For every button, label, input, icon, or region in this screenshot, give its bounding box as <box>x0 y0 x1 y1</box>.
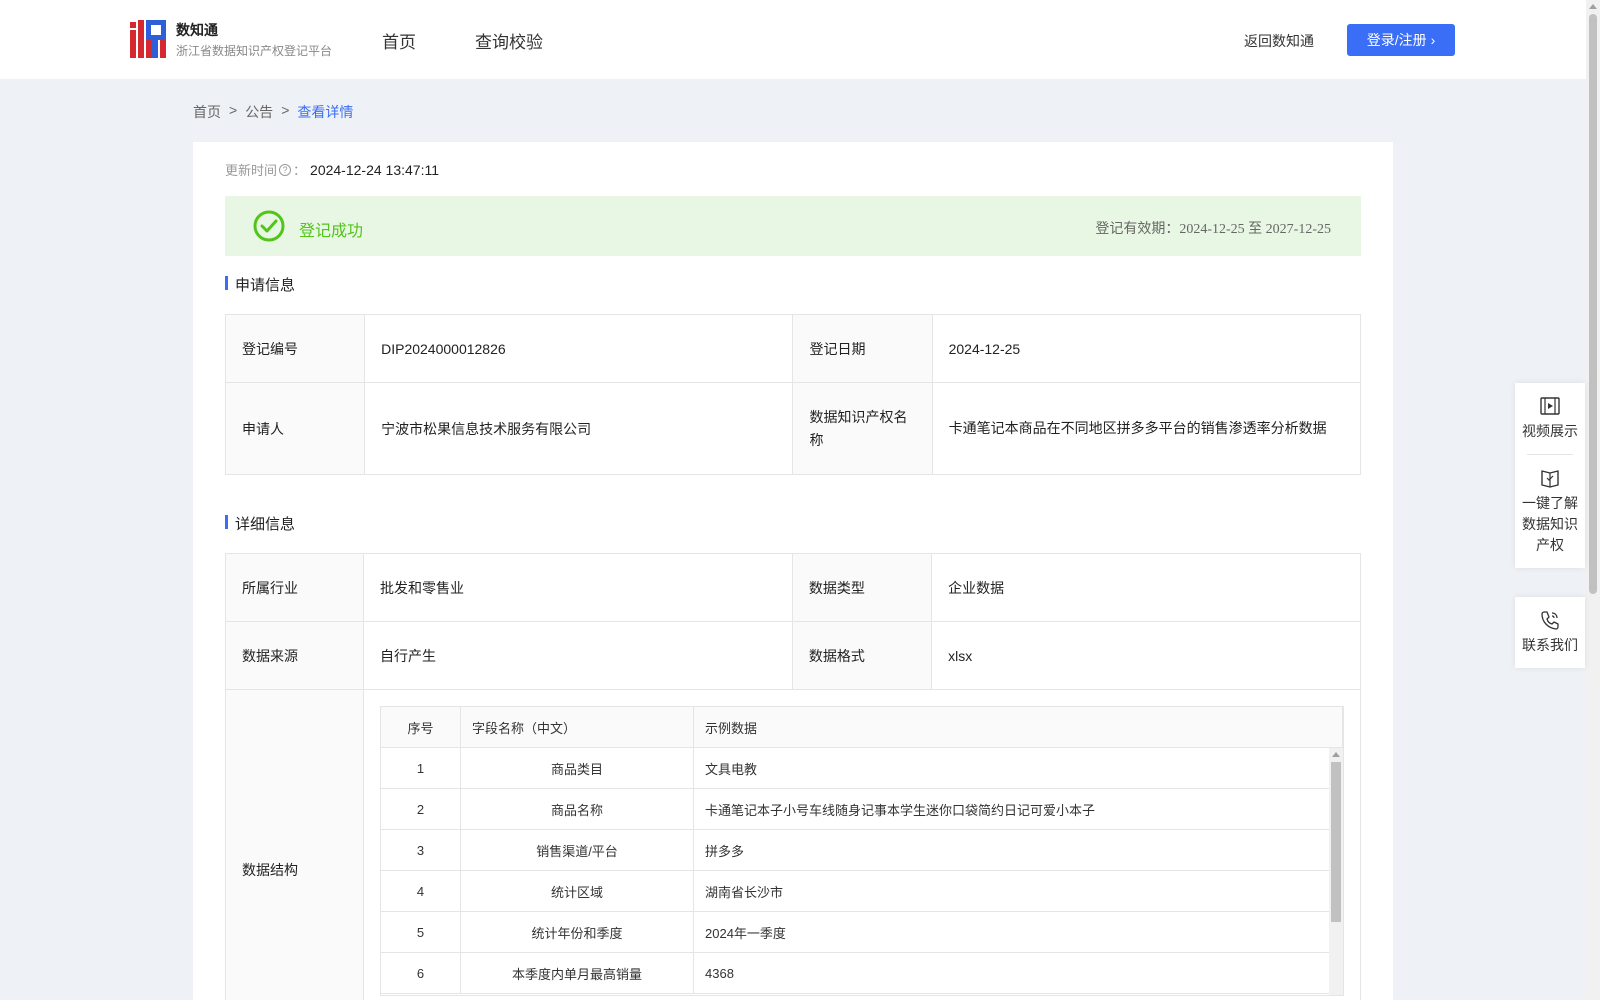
reg-no-value: DIP2024000012826 <box>364 314 794 383</box>
reg-date-value: 2024-12-25 <box>931 314 1362 383</box>
detail-card: 更新时间 ? ： 2024-12-24 13:47:11 登记成功 登记有效期：… <box>193 142 1393 1000</box>
industry-value: 批发和零售业 <box>363 553 793 622</box>
applicant-label: 申请人 <box>224 382 366 475</box>
structure-table-scrollbar-thumb[interactable] <box>1331 762 1341 922</box>
row-field-name: 统计年份和季度 <box>461 912 694 952</box>
detail-info-table: 所属行业 批发和零售业 数据类型 企业数据 数据来源 自行产生 数据格式 xls… <box>225 553 1361 1000</box>
row-sample: 卡通笔记本子小号车线随身记事本学生迷你口袋简约日记可爱小本子 <box>705 802 1096 818</box>
table-row: 4 统计区域 湖南省长沙市 <box>381 871 1329 912</box>
brand-subtitle: 浙江省数据知识产权登记平台 <box>176 44 333 58</box>
data-type-value: 企业数据 <box>931 553 1361 622</box>
table-row: 2 商品名称 卡通笔记本子小号车线随身记事本学生迷你口袋简约日记可爱小本子 <box>381 789 1329 830</box>
row-sample: 文具电教 <box>705 761 758 777</box>
header-sample-data: 示例数据 <box>694 707 1343 747</box>
row-field-name: 销售渠道/平台 <box>461 830 694 870</box>
row-index: 2 <box>381 789 461 829</box>
video-showcase-button[interactable]: 视频展示 <box>1515 383 1585 454</box>
table-row: 3 销售渠道/平台 拼多多 <box>381 830 1329 871</box>
applicant-value: 宁波市松果信息技术服务有限公司 <box>364 382 794 475</box>
data-source-label: 数据来源 <box>225 621 364 690</box>
brand-name: 数知通 <box>176 22 218 38</box>
book-icon <box>1541 470 1559 488</box>
breadcrumb: 首页 > 公告 > 查看详情 <box>193 102 353 122</box>
row-sample: 湖南省长沙市 <box>705 884 784 900</box>
reg-date-label: 登记日期 <box>792 314 933 383</box>
validity-label: 登记有效期： <box>1095 220 1180 236</box>
breadcrumb-notice[interactable]: 公告 <box>245 102 273 122</box>
side-panel-top: 视频展示 一键了解数据知识产权 <box>1515 383 1585 568</box>
contact-us-button[interactable]: 联系我们 <box>1515 597 1585 668</box>
breadcrumb-current: 查看详情 <box>297 104 354 120</box>
nav-query-verify[interactable]: 查询校验 <box>475 28 543 53</box>
section-title-apply: 申请信息 <box>225 274 295 295</box>
validity-period: 登记有效期：2024-12-25 至 2027-12-25 <box>1095 218 1331 238</box>
back-to-main-link[interactable]: 返回数知通 <box>1244 31 1314 51</box>
table-row: 6 本季度内单月最高销量 4368 <box>381 953 1329 994</box>
table-row: 1 商品类目 文具电教 <box>381 748 1329 789</box>
validity-dates: 2024-12-25 至 2027-12-25 <box>1179 222 1331 237</box>
row-index: 5 <box>381 912 461 952</box>
page-scrollbar-thumb[interactable] <box>1589 14 1597 594</box>
help-question-icon[interactable]: ? <box>279 163 292 176</box>
status-banner: 登记成功 登记有效期：2024-12-25 至 2027-12-25 <box>225 196 1361 256</box>
row-sample: 4368 <box>705 965 734 981</box>
breadcrumb-separator: > <box>229 102 238 118</box>
breadcrumb-separator: > <box>281 102 290 118</box>
data-format-label: 数据格式 <box>791 621 933 690</box>
video-icon <box>1540 397 1560 415</box>
data-structure-cell: 序号 字段名称（中文） 示例数据 1 商品类目 文具电教 2 商品名称 卡通笔记… <box>363 689 1361 1000</box>
header-index: 序号 <box>381 707 461 747</box>
row-sample: 2024年一季度 <box>705 925 786 941</box>
data-structure-table: 序号 字段名称（中文） 示例数据 1 商品类目 文具电教 2 商品名称 卡通笔记… <box>380 706 1344 996</box>
data-structure-label: 数据结构 <box>225 689 364 1000</box>
row-field-name: 统计区域 <box>461 871 694 911</box>
section-title-detail: 详细信息 <box>225 513 295 534</box>
breadcrumb-home[interactable]: 首页 <box>193 102 221 122</box>
learn-ip-button[interactable]: 一键了解数据知识产权 <box>1515 455 1585 568</box>
top-header: 数知通 浙江省数据知识产权登记平台 首页 查询校验 返回数知通 登录/注册 › <box>0 0 1586 79</box>
update-time-value: 2024-12-24 13:47:11 <box>310 161 439 178</box>
data-type-label: 数据类型 <box>791 553 933 622</box>
row-index: 1 <box>381 748 461 788</box>
industry-label: 所属行业 <box>225 553 364 622</box>
row-index: 6 <box>381 953 461 993</box>
video-showcase-label: 视频展示 <box>1522 423 1578 439</box>
row-field-name: 商品类目 <box>461 748 694 788</box>
row-index: 4 <box>381 871 461 911</box>
row-field-name: 本季度内单月最高销量 <box>461 953 694 993</box>
scroll-up-arrow-icon[interactable] <box>1589 4 1597 9</box>
login-register-label: 登录/注册 <box>1366 32 1427 48</box>
update-time-label: 更新时间 <box>225 163 278 178</box>
table-row: 5 统计年份和季度 2024年一季度 <box>381 912 1329 953</box>
learn-ip-label: 一键了解数据知识产权 <box>1522 495 1578 553</box>
contact-us-label: 联系我们 <box>1522 637 1578 653</box>
row-sample: 拼多多 <box>705 843 745 859</box>
chevron-right-icon: › <box>1430 32 1436 48</box>
structure-table-scrollbar[interactable] <box>1329 748 1343 995</box>
side-panel-bottom: 联系我们 <box>1515 597 1585 668</box>
row-field-name: 商品名称 <box>461 789 694 829</box>
page-scrollbar[interactable] <box>1586 0 1600 1000</box>
data-source-value: 自行产生 <box>363 621 793 690</box>
ip-name-value: 卡通笔记本商品在不同地区拼多多平台的销售渗透率分析数据 <box>931 382 1362 475</box>
nav-home[interactable]: 首页 <box>382 28 416 53</box>
update-time-row: 更新时间 ? ： 2024-12-24 13:47:11 <box>225 160 439 179</box>
site-logo[interactable] <box>130 20 166 58</box>
scroll-up-arrow-icon[interactable] <box>1332 752 1340 757</box>
header-field-name: 字段名称（中文） <box>461 707 694 747</box>
ip-name-label: 数据知识产权名称 <box>792 382 933 475</box>
apply-info-table: 登记编号 DIP2024000012826 登记日期 2024-12-25 申请… <box>224 314 1362 475</box>
structure-table-header: 序号 字段名称（中文） 示例数据 <box>381 707 1343 748</box>
reg-no-label: 登记编号 <box>224 314 366 383</box>
login-register-button[interactable]: 登录/注册 › <box>1347 24 1455 56</box>
data-format-value: xlsx <box>931 621 1361 690</box>
status-text: 登记成功 <box>299 223 364 240</box>
check-circle-icon <box>253 210 285 242</box>
row-index: 3 <box>381 830 461 870</box>
phone-icon <box>1541 611 1559 630</box>
update-time-colon: ： <box>293 163 307 178</box>
